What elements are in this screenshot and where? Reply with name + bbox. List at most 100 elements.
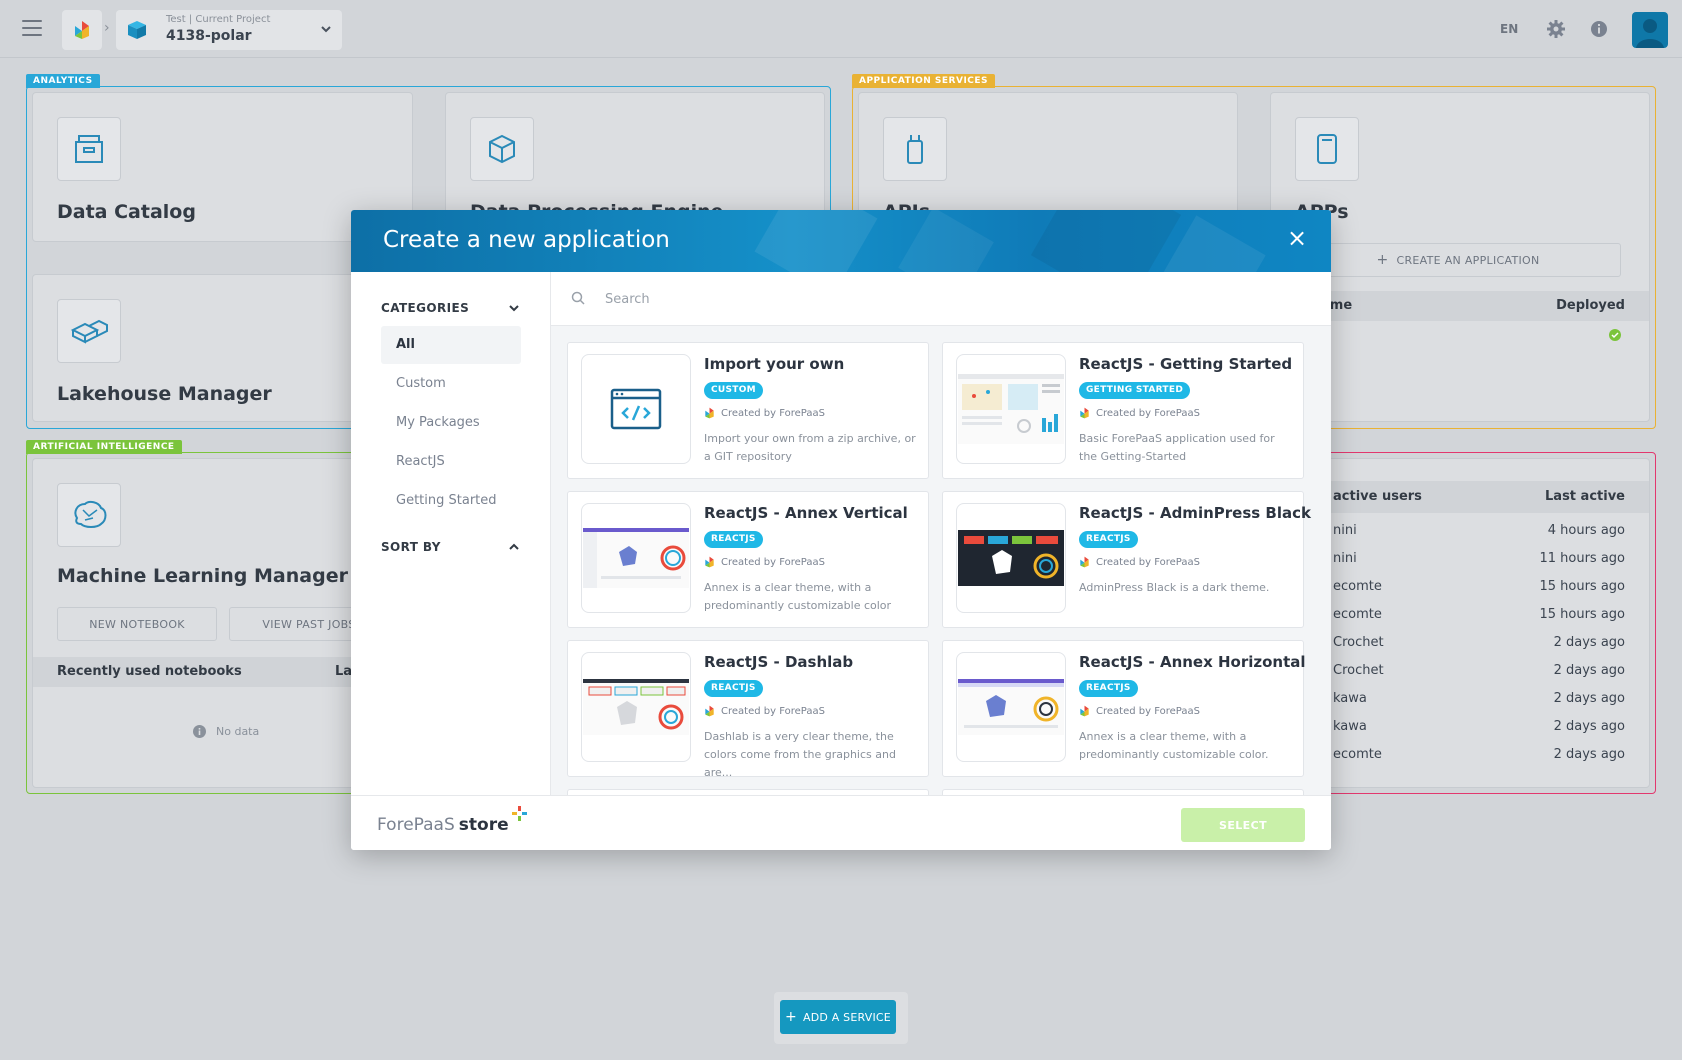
apis-icon-box <box>883 117 947 181</box>
app-thumbnail <box>581 652 691 762</box>
app-card-import-your-own[interactable]: Import your own CUSTOM Created by ForePa… <box>567 342 929 479</box>
boxes-icon <box>70 319 108 344</box>
user-row-name: ecomte <box>1333 607 1382 622</box>
forepaas-logo-icon <box>75 21 89 39</box>
app-author: Created by ForePaaS <box>704 556 825 568</box>
create-application-label: CREATE AN APPLICATION <box>1396 253 1540 267</box>
app-thumbnail <box>581 354 691 464</box>
store-word: store <box>458 815 509 835</box>
user-row-last-active: 2 days ago <box>1553 635 1625 650</box>
menu-icon[interactable] <box>22 20 42 36</box>
header-decoration <box>1030 210 1182 272</box>
recent-notebooks-last-col: La <box>335 664 353 679</box>
app-author: Created by ForePaaS <box>704 407 825 419</box>
app-description: AdminPress Black is a dark theme. <box>1079 581 1270 594</box>
deployed-check-icon <box>1609 329 1621 341</box>
user-row-last-active: 15 hours ago <box>1539 607 1625 622</box>
lakehouse-icon-box <box>57 299 121 363</box>
category-all[interactable]: All <box>381 326 521 364</box>
user-row-name: kawa <box>1333 691 1367 706</box>
user-row-last-active: 15 hours ago <box>1539 579 1625 594</box>
info-icon[interactable] <box>1590 20 1608 38</box>
project-selector[interactable]: Test | Current Project 4138-polar <box>116 10 342 50</box>
new-notebook-button[interactable]: NEW NOTEBOOK <box>57 607 217 641</box>
plug-icon <box>907 135 923 164</box>
category-my-packages[interactable]: My Packages <box>381 404 521 442</box>
app-author-label: Created by ForePaaS <box>721 556 825 568</box>
store-sparkle-icon <box>511 806 527 821</box>
search-icon <box>571 291 585 305</box>
app-author-label: Created by ForePaaS <box>721 705 825 717</box>
apps-icon-box <box>1295 117 1359 181</box>
close-icon[interactable]: × <box>1285 226 1309 250</box>
category-custom[interactable]: Custom <box>381 365 521 403</box>
header-decoration <box>898 210 994 272</box>
user-avatar[interactable] <box>1632 12 1668 48</box>
search-bar <box>551 272 1331 326</box>
ml-manager-title: Machine Learning Manager <box>57 565 348 587</box>
categories-header[interactable]: CATEGORIES <box>381 301 469 315</box>
create-application-modal: Create a new application × CATEGORIES Al… <box>351 210 1331 850</box>
user-row-name: Crochet <box>1333 663 1384 678</box>
modal-header: Create a new application × <box>351 210 1331 272</box>
sort-by-header[interactable]: SORT BY <box>381 540 441 554</box>
app-name: ReactJS - Annex Horizontal <box>1079 653 1306 671</box>
gear-icon[interactable] <box>1546 19 1566 39</box>
project-name: 4138-polar <box>166 28 252 44</box>
project-cube-icon <box>128 21 146 39</box>
data-processing-icon-box <box>470 117 534 181</box>
user-row-name: Crochet <box>1333 635 1384 650</box>
no-data-message: No data <box>193 725 259 738</box>
user-row-name: nini <box>1333 551 1357 566</box>
app-card-reactjs-annex-horizontal[interactable]: ReactJS - Annex Horizontal REACTJS Creat… <box>942 640 1306 777</box>
chevron-up-icon[interactable] <box>509 542 519 552</box>
app-badge: REACTJS <box>704 680 763 697</box>
app-author: Created by ForePaaS <box>704 705 825 717</box>
user-row-name: ecomte <box>1333 747 1382 762</box>
users-col-name: active users <box>1333 489 1422 504</box>
modal-content: Import your own CUSTOM Created by ForePa… <box>551 272 1331 795</box>
add-service-button[interactable]: + ADD A SERVICE <box>780 1000 896 1034</box>
archive-box-icon <box>75 135 103 163</box>
language-selector[interactable]: EN <box>1500 22 1518 36</box>
forepaas-logo[interactable] <box>62 10 102 50</box>
app-card-reactjs-dashlab[interactable]: ReactJS - Dashlab REACTJS Created by For… <box>567 640 929 779</box>
user-row-name: ecomte <box>1333 579 1382 594</box>
category-getting-started[interactable]: Getting Started <box>381 482 521 520</box>
app-description: Dashlab is a very clear theme, the color… <box>704 730 896 779</box>
no-data-label: No data <box>216 725 260 738</box>
app-badge: GETTING STARTED <box>1079 382 1191 399</box>
app-thumbnail <box>956 503 1066 613</box>
app-thumbnail <box>581 503 691 613</box>
app-author: Created by ForePaaS <box>1079 705 1200 717</box>
app-description: Annex is a clear theme, with a predomina… <box>1079 730 1269 761</box>
app-description: Basic ForePaaS application used for the … <box>1079 432 1275 463</box>
artificial-intelligence-tag: ARTIFICIAL INTELLIGENCE <box>26 440 182 454</box>
analytics-tag: ANALYTICS <box>26 74 100 88</box>
search-input[interactable] <box>605 284 1205 314</box>
code-window-icon <box>610 388 662 430</box>
apps-table-deployed-col: Deployed <box>1556 298 1625 313</box>
add-service-label: ADD A SERVICE <box>802 1010 891 1024</box>
dashboard-preview-icon <box>958 530 1064 586</box>
user-row-last-active: 4 hours ago <box>1547 523 1625 538</box>
category-reactjs[interactable]: ReactJS <box>381 443 521 481</box>
user-row-name: kawa <box>1333 719 1367 734</box>
create-application-button[interactable]: + CREATE AN APPLICATION <box>1295 243 1621 277</box>
modal-title: Create a new application <box>383 227 670 253</box>
forepaas-logo-icon <box>1080 407 1089 419</box>
app-name: ReactJS - Annex Vertical <box>704 504 908 522</box>
cube-icon <box>489 134 515 164</box>
forepaas-logo-icon <box>705 556 714 568</box>
app-author-label: Created by ForePaaS <box>721 407 825 419</box>
app-description: Import your own from a zip archive, or a… <box>704 432 916 463</box>
app-card-reactjs-annex-vertical[interactable]: ReactJS - Annex Vertical REACTJS Created… <box>567 491 929 628</box>
app-card-reactjs-adminpress-black[interactable]: ReactJS - AdminPress Black REACTJS Creat… <box>942 491 1311 628</box>
user-avatar-icon <box>1636 19 1664 48</box>
chevron-down-icon[interactable] <box>509 303 519 313</box>
ml-icon-box <box>57 483 121 547</box>
info-icon <box>193 725 206 738</box>
app-card-reactjs-getting-started[interactable]: ReactJS - Getting Started GETTING STARTE… <box>942 342 1304 479</box>
select-button[interactable]: SELECT <box>1181 808 1305 842</box>
data-catalog-title: Data Catalog <box>57 201 196 223</box>
